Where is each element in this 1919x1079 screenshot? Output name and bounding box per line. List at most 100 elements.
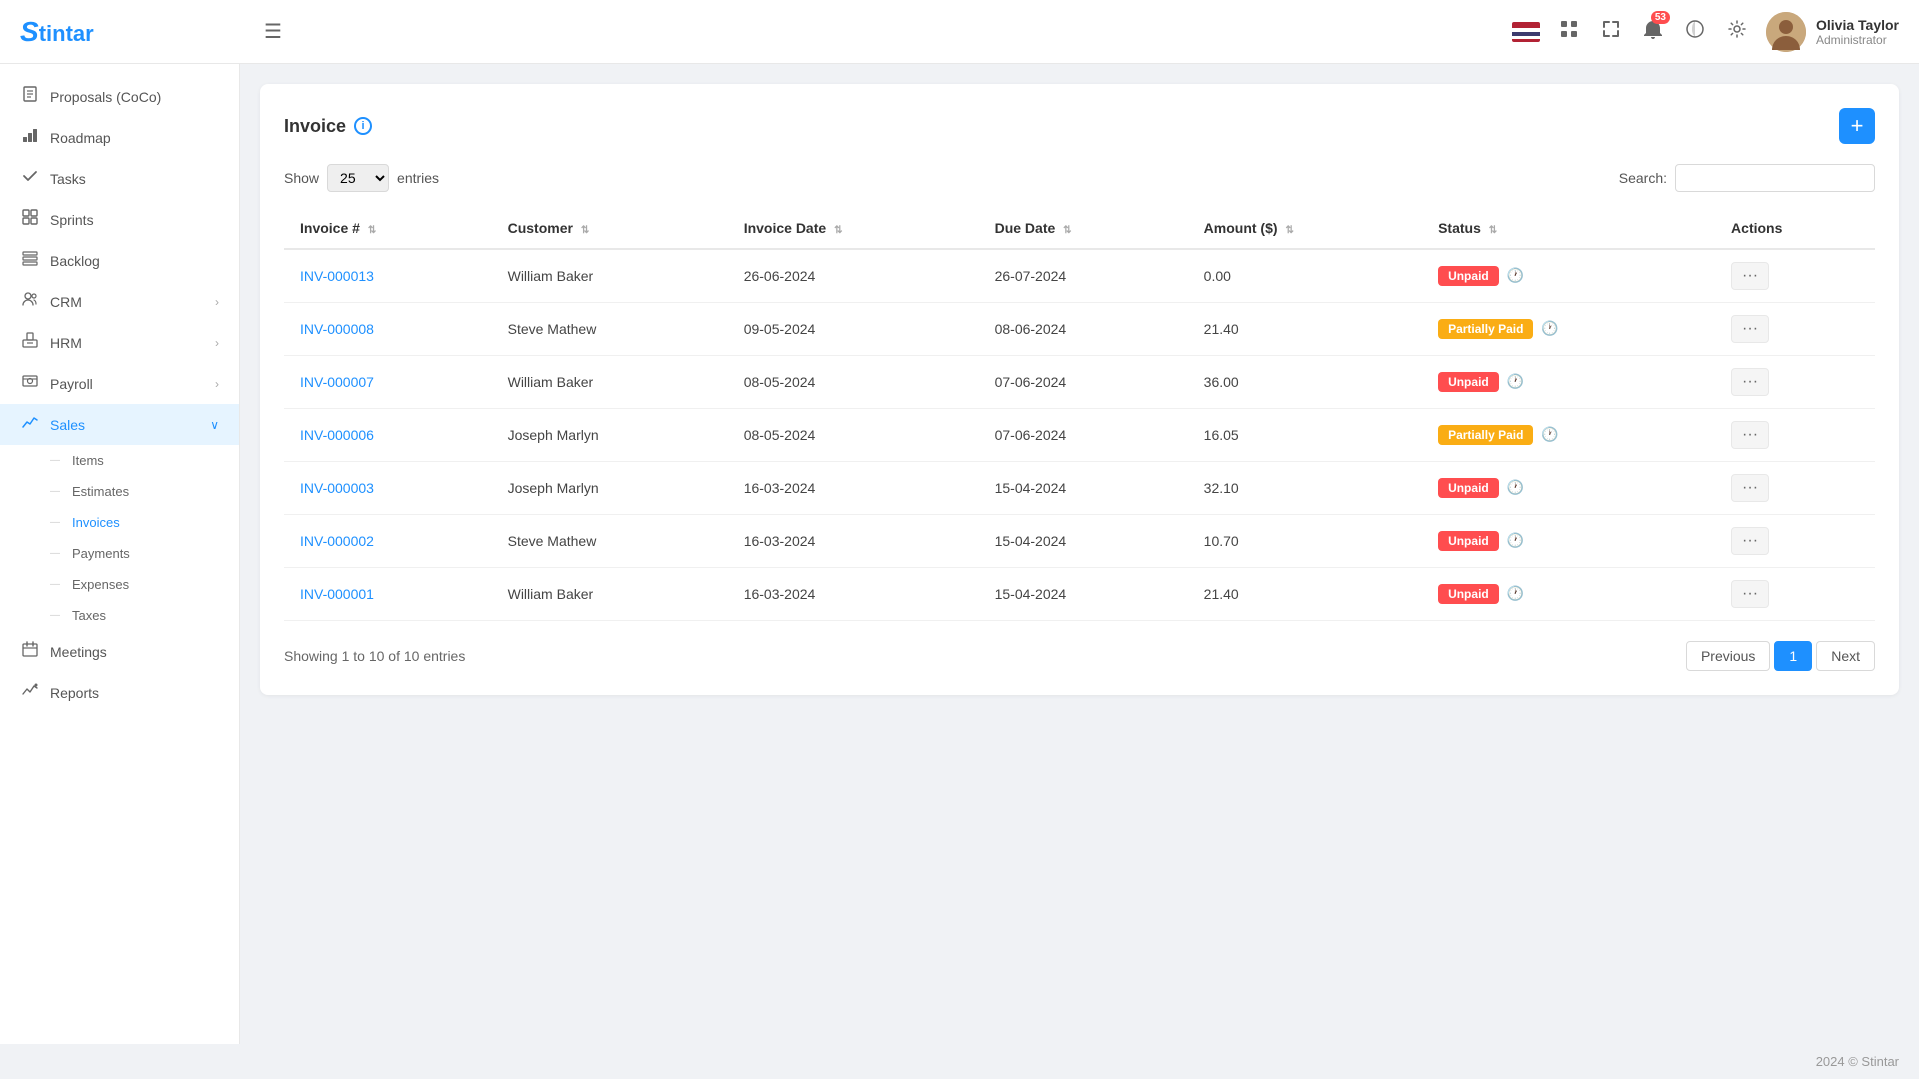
invoice-info-icon[interactable]: i (354, 117, 372, 135)
language-flag-icon[interactable] (1512, 22, 1540, 42)
logo-text: Stintar (20, 16, 94, 48)
sidebar-item-crm[interactable]: CRM › (0, 281, 239, 322)
payroll-chevron-icon: › (215, 377, 219, 391)
estimates-label: Estimates (72, 484, 129, 499)
status-badge: Unpaid (1438, 531, 1499, 551)
add-invoice-button[interactable]: + (1839, 108, 1875, 144)
sidebar-sub-item-items[interactable]: Items (50, 445, 239, 476)
clock-icon: 🕐 (1541, 320, 1558, 336)
invoice-link-INV-000013[interactable]: INV-000013 (300, 268, 374, 284)
invoice-link-INV-000001[interactable]: INV-000001 (300, 586, 374, 602)
invoice-link-INV-000002[interactable]: INV-000002 (300, 533, 374, 549)
grid-menu-button[interactable] (1556, 16, 1582, 47)
sidebar-item-proposals[interactable]: Proposals (CoCo) (0, 76, 239, 117)
page-1-button[interactable]: 1 (1774, 641, 1812, 671)
col-customer[interactable]: Customer ⇅ (492, 208, 728, 249)
invoices-label: Invoices (72, 515, 120, 530)
crm-icon (20, 291, 40, 312)
sidebar-sub-item-invoices[interactable]: Invoices (50, 507, 239, 538)
entries-select[interactable]: 25 10 50 100 (327, 164, 389, 192)
notification-count: 53 (1651, 11, 1670, 24)
sidebar-item-payroll[interactable]: Payroll › (0, 363, 239, 404)
sidebar-item-backlog[interactable]: Backlog (0, 240, 239, 281)
customer-cell: Joseph Marlyn (492, 409, 728, 462)
clock-icon: 🕐 (1507, 479, 1524, 495)
notifications-button[interactable]: 53 (1640, 15, 1666, 48)
sidebar-item-sales[interactable]: Sales ∨ (0, 404, 239, 445)
invoice-id-cell: INV-000003 (284, 462, 492, 515)
user-profile[interactable]: Olivia Taylor Administrator (1766, 12, 1899, 52)
roadmap-icon (20, 127, 40, 148)
row-action-button[interactable]: ··· (1731, 580, 1769, 608)
actions-cell: ··· (1715, 462, 1875, 515)
amount-cell: 0.00 (1188, 249, 1422, 303)
invoice-date-cell: 08-05-2024 (728, 409, 979, 462)
invoice-date-cell: 16-03-2024 (728, 515, 979, 568)
status-cell: Unpaid 🕐 (1422, 515, 1715, 568)
expand-button[interactable] (1598, 16, 1624, 47)
sidebar-item-reports[interactable]: Reports (0, 672, 239, 713)
sidebar-item-meetings[interactable]: Meetings (0, 631, 239, 672)
main-content: Invoice i + Show 25 10 50 100 entries (240, 64, 1919, 1044)
row-action-button[interactable]: ··· (1731, 527, 1769, 555)
sidebar-item-sprints[interactable]: Sprints (0, 199, 239, 240)
col-status[interactable]: Status ⇅ (1422, 208, 1715, 249)
sidebar-sub-item-taxes[interactable]: Taxes (50, 600, 239, 631)
status-badge: Partially Paid (1438, 319, 1533, 339)
user-role: Administrator (1816, 33, 1899, 47)
invoice-header: Invoice i + (284, 108, 1875, 144)
app-layout: Proposals (CoCo) Roadmap Tasks Sprints B… (0, 64, 1919, 1044)
settings-button[interactable] (1724, 16, 1750, 47)
show-label: Show (284, 170, 319, 186)
sidebar-sub-item-expenses[interactable]: Expenses (50, 569, 239, 600)
invoice-date-cell: 08-05-2024 (728, 356, 979, 409)
status-badge: Unpaid (1438, 372, 1499, 392)
items-label: Items (72, 453, 104, 468)
invoice-link-INV-000006[interactable]: INV-000006 (300, 427, 374, 443)
sort-invoice-icon: ⇅ (368, 225, 376, 236)
payments-label: Payments (72, 546, 130, 561)
invoice-link-INV-000007[interactable]: INV-000007 (300, 374, 374, 390)
sidebar-label-meetings: Meetings (50, 644, 219, 660)
row-action-button[interactable]: ··· (1731, 421, 1769, 449)
sidebar-label-hrm: HRM (50, 335, 205, 351)
proposals-icon (20, 86, 40, 107)
table-row: INV-000006 Joseph Marlyn 08-05-2024 07-0… (284, 409, 1875, 462)
row-action-button[interactable]: ··· (1731, 262, 1769, 290)
sprints-icon (20, 209, 40, 230)
sidebar-item-hrm[interactable]: HRM › (0, 322, 239, 363)
row-action-button[interactable]: ··· (1731, 368, 1769, 396)
logo: Stintar (20, 16, 240, 48)
invoice-id-cell: INV-000007 (284, 356, 492, 409)
col-invoice-num[interactable]: Invoice # ⇅ (284, 208, 492, 249)
previous-button[interactable]: Previous (1686, 641, 1770, 671)
row-action-button[interactable]: ··· (1731, 474, 1769, 502)
sidebar-item-roadmap[interactable]: Roadmap (0, 117, 239, 158)
invoice-link-INV-000003[interactable]: INV-000003 (300, 480, 374, 496)
reports-icon (20, 682, 40, 703)
search-input[interactable] (1675, 164, 1875, 192)
search-container: Search: (1619, 164, 1875, 192)
col-invoice-date[interactable]: Invoice Date ⇅ (728, 208, 979, 249)
invoice-id-cell: INV-000006 (284, 409, 492, 462)
amount-cell: 16.05 (1188, 409, 1422, 462)
col-due-date[interactable]: Due Date ⇅ (979, 208, 1188, 249)
table-row: INV-000013 William Baker 26-06-2024 26-0… (284, 249, 1875, 303)
sidebar-label-roadmap: Roadmap (50, 130, 219, 146)
sidebar-sub-item-payments[interactable]: Payments (50, 538, 239, 569)
invoice-link-INV-000008[interactable]: INV-000008 (300, 321, 374, 337)
next-button[interactable]: Next (1816, 641, 1875, 671)
actions-cell: ··· (1715, 409, 1875, 462)
invoice-id-cell: INV-000008 (284, 303, 492, 356)
col-amount[interactable]: Amount ($) ⇅ (1188, 208, 1422, 249)
customer-cell: Joseph Marlyn (492, 462, 728, 515)
sidebar-sub-item-estimates[interactable]: Estimates (50, 476, 239, 507)
invoice-id-cell: INV-000002 (284, 515, 492, 568)
row-action-button[interactable]: ··· (1731, 315, 1769, 343)
sidebar-item-tasks[interactable]: Tasks (0, 158, 239, 199)
actions-cell: ··· (1715, 249, 1875, 303)
table-row: INV-000003 Joseph Marlyn 16-03-2024 15-0… (284, 462, 1875, 515)
due-date-cell: 08-06-2024 (979, 303, 1188, 356)
hamburger-button[interactable]: ☰ (260, 15, 286, 48)
dark-mode-button[interactable] (1682, 16, 1708, 47)
